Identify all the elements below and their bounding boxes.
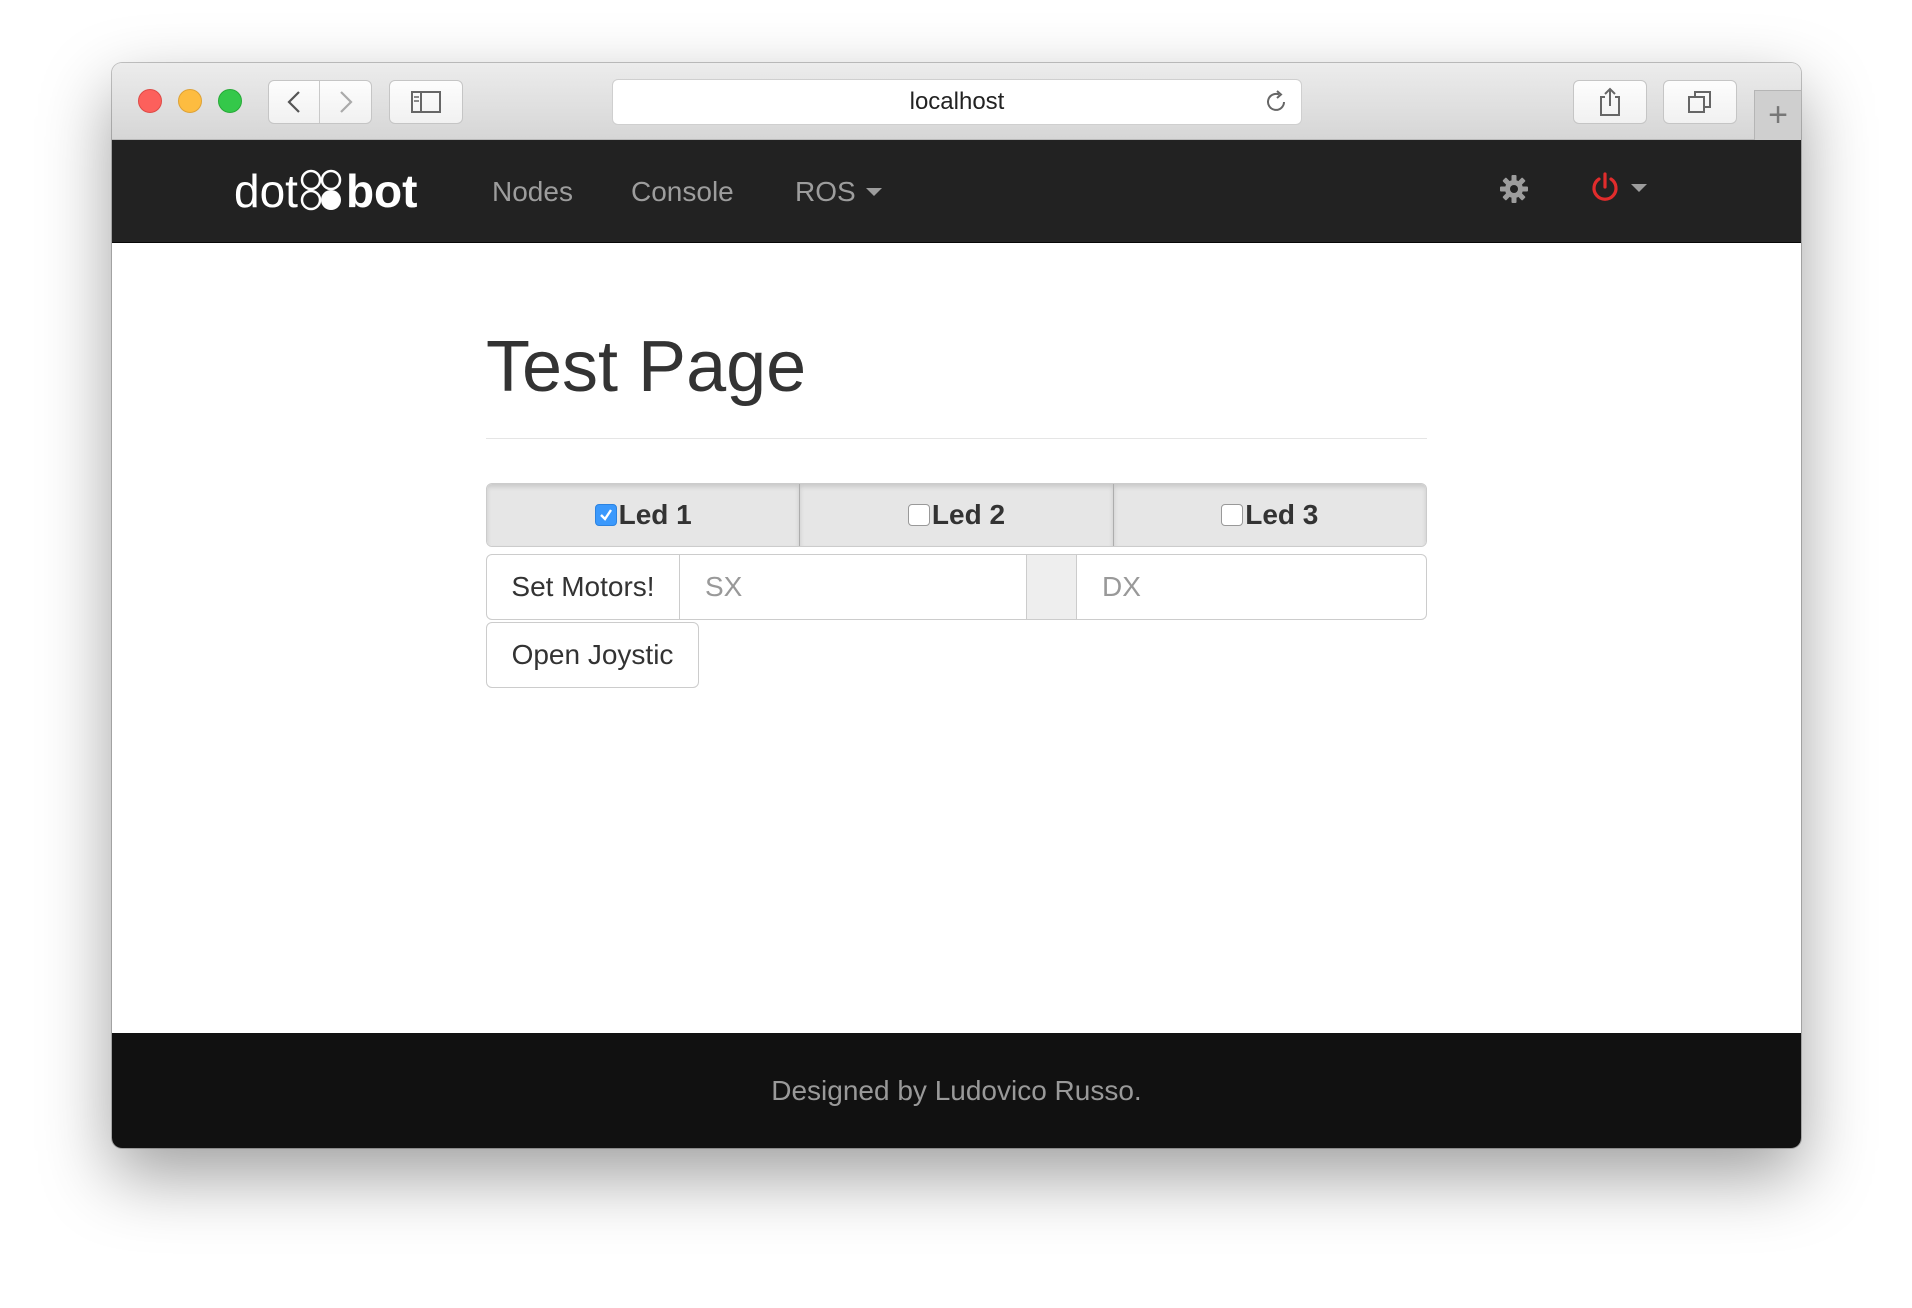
brand-logo[interactable]: dot bot xyxy=(234,165,418,217)
zoom-window-button[interactable] xyxy=(218,89,242,113)
page-footer: Designed by Ludovico Russo. xyxy=(112,1033,1801,1148)
input-group-addon xyxy=(1027,554,1077,620)
new-tab-button[interactable]: + xyxy=(1754,90,1801,140)
share-icon xyxy=(1600,87,1620,116)
forward-button[interactable] xyxy=(320,81,371,123)
led-1-checkbox[interactable] xyxy=(594,504,617,526)
nav-ros-label: ROS xyxy=(795,176,856,207)
address-bar[interactable]: localhost xyxy=(612,79,1302,125)
led-2-checkbox[interactable] xyxy=(907,504,930,526)
share-button[interactable] xyxy=(1573,80,1647,124)
title-divider xyxy=(486,438,1427,439)
sidebar-icon xyxy=(411,91,441,113)
gear-icon xyxy=(1500,175,1528,203)
checkmark-icon xyxy=(599,509,612,521)
caret-down-icon xyxy=(1631,184,1647,192)
sidebar-toggle-button[interactable] xyxy=(389,80,463,124)
brand-light-text: dot xyxy=(234,165,298,217)
settings-button[interactable] xyxy=(1499,174,1529,209)
footer-credit: Designed by Ludovico Russo. xyxy=(771,1074,1142,1106)
led-2-toggle[interactable]: Led 2 xyxy=(800,484,1114,546)
history-nav-group xyxy=(268,80,372,124)
nav-console[interactable]: Console xyxy=(631,176,734,208)
browser-titlebar: localhost + xyxy=(112,63,1801,140)
led-1-label: Led 1 xyxy=(618,499,692,530)
chevron-left-icon xyxy=(287,91,300,113)
logo-dots-icon xyxy=(300,169,342,211)
power-dropdown[interactable] xyxy=(1589,172,1647,204)
tabs-icon xyxy=(1688,91,1711,113)
brand-bold-text: bot xyxy=(345,165,418,217)
led-2-label: Led 2 xyxy=(931,499,1006,530)
address-text: localhost xyxy=(909,88,1005,115)
led-3-label: Led 3 xyxy=(1245,499,1319,530)
dx-input[interactable]: DX xyxy=(1077,554,1427,620)
close-window-button[interactable] xyxy=(138,89,162,113)
back-button[interactable] xyxy=(269,81,320,123)
caret-down-icon xyxy=(865,188,882,196)
open-joystick-button[interactable]: Open Joystic xyxy=(486,622,699,688)
sx-input[interactable]: SX xyxy=(680,554,1027,620)
led-3-checkbox[interactable] xyxy=(1221,504,1244,526)
led-3-toggle[interactable]: Led 3 xyxy=(1113,484,1426,546)
browser-window: localhost + dot bot Nodes Console ROS Te… xyxy=(112,63,1801,1148)
led-1-toggle[interactable]: Led 1 xyxy=(487,484,801,546)
power-icon xyxy=(1592,172,1618,201)
reload-icon[interactable] xyxy=(1263,89,1289,122)
set-motors-button[interactable]: Set Motors! xyxy=(486,554,680,620)
chevron-right-icon xyxy=(339,91,353,113)
page-title: Test Page xyxy=(486,327,807,407)
led-button-group: Led 1 Led 2 Led 3 xyxy=(486,483,1427,547)
plus-icon: + xyxy=(1768,96,1788,134)
app-navbar: dot bot Nodes Console ROS xyxy=(112,140,1801,243)
nav-ros-dropdown[interactable]: ROS xyxy=(795,176,882,208)
show-tabs-button[interactable] xyxy=(1663,80,1737,124)
motor-input-group: Set Motors! SX DX xyxy=(486,554,1427,620)
minimize-window-button[interactable] xyxy=(178,89,202,113)
nav-nodes[interactable]: Nodes xyxy=(492,176,573,208)
